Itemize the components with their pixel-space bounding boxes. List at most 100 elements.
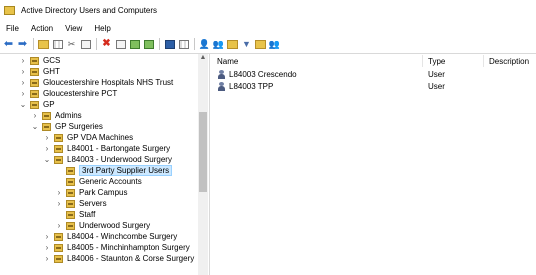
expand-chevron-icon[interactable]: › (55, 199, 63, 208)
menu-file[interactable]: File (6, 24, 19, 33)
collapse-chevron-icon[interactable]: ⌄ (19, 100, 27, 109)
tree-item-label: Servers (79, 199, 107, 208)
tree-item-label: L84001 - Bartongate Surgery (67, 144, 171, 153)
list-cell-name: L84003 Crescendo (217, 70, 297, 79)
new-user-icon[interactable]: 👤 (199, 39, 210, 49)
console-tree-icon[interactable] (52, 39, 63, 49)
ou-folder-icon (54, 133, 63, 142)
user-icon (217, 82, 226, 91)
folder-up-icon[interactable] (38, 39, 49, 49)
column-divider[interactable] (483, 55, 484, 67)
expand-chevron-icon[interactable]: › (43, 243, 51, 252)
tree-item-label: L84003 - Underwood Surgery (67, 155, 172, 164)
details-list[interactable]: Name Type Description L84003 Crescendo U… (210, 54, 536, 275)
scrollbar-thumb[interactable] (199, 112, 207, 192)
tree-item-l84003[interactable]: ⌄ L84003 - Underwood Surgery (43, 154, 172, 165)
tree-item-3rd-party-supplier-users[interactable]: 3rd Party Supplier Users (55, 165, 173, 176)
collapse-chevron-icon[interactable]: ⌄ (31, 122, 39, 131)
expand-chevron-icon[interactable]: › (43, 254, 51, 263)
back-arrow-icon[interactable]: ⬅ (3, 39, 14, 50)
tree-item-gp-surgeries[interactable]: ⌄ GP Surgeries (31, 121, 103, 132)
tree-item-l84004[interactable]: › L84004 - Winchcombe Surgery (43, 231, 178, 242)
list-cell-type: User (428, 70, 445, 79)
expand-chevron-icon[interactable]: › (43, 144, 51, 153)
expand-chevron-icon[interactable]: › (55, 188, 63, 197)
tree-item-underwood-surgery[interactable]: › Underwood Surgery (55, 220, 151, 231)
ou-folder-icon (54, 232, 63, 241)
delete-icon[interactable]: ✖ (101, 39, 112, 49)
expand-chevron-icon[interactable]: › (19, 56, 27, 65)
scroll-up-arrow-icon[interactable]: ▲ (198, 54, 208, 64)
expand-chevron-icon[interactable]: › (55, 221, 63, 230)
tree-item-label: 3rd Party Supplier Users (79, 165, 173, 176)
tree-item-label: Staff (79, 210, 96, 219)
tree-item-label: Admins (55, 111, 82, 120)
tree-item-label: GP VDA Machines (67, 133, 134, 142)
expand-chevron-icon[interactable]: › (43, 133, 51, 142)
expand-chevron-icon[interactable]: › (43, 232, 51, 241)
tree-item-gloucestershire-pct[interactable]: › Gloucestershire PCT (19, 88, 118, 99)
tree-item-servers[interactable]: › Servers (55, 198, 107, 209)
menu-action[interactable]: Action (31, 24, 53, 33)
ou-folder-icon (30, 78, 39, 87)
ou-folder-icon (66, 166, 75, 175)
ou-folder-icon (54, 144, 63, 153)
tree-item-l84001[interactable]: › L84001 - Bartongate Surgery (43, 143, 171, 154)
cut-icon[interactable]: ✂ (66, 39, 77, 49)
snapin-icon[interactable] (178, 39, 189, 49)
ou-folder-icon (54, 243, 63, 252)
tree-item-label: Underwood Surgery (79, 221, 151, 230)
ou-folder-icon (66, 221, 75, 230)
ou-folder-icon (42, 111, 51, 120)
new-ou-icon[interactable] (227, 39, 238, 49)
title-bar: Active Directory Users and Computers (0, 0, 536, 21)
column-header-type[interactable]: Type (428, 57, 445, 66)
tree-item-ght[interactable]: › GHT (19, 66, 60, 77)
tree-item-staff[interactable]: Staff (55, 209, 95, 220)
tree-item-gp[interactable]: ⌄ GP (19, 99, 55, 110)
ou-folder-icon (54, 254, 63, 263)
tree-item-l84006[interactable]: › L84006 - Staunton & Corse Surgery (43, 253, 195, 264)
tree-item-l84005[interactable]: › L84005 - Minchinhampton Surgery (43, 242, 190, 253)
column-divider[interactable] (422, 55, 423, 67)
menu-help[interactable]: Help (94, 24, 110, 33)
collapse-chevron-icon[interactable]: ⌄ (43, 155, 51, 164)
expand-chevron-icon[interactable]: › (31, 111, 39, 120)
add-to-group-icon[interactable] (255, 39, 266, 49)
console-tree[interactable]: › GCS › GHT › Gloucestershire Hospitals … (0, 54, 198, 275)
tree-item-park-campus[interactable]: › Park Campus (55, 187, 128, 198)
expand-chevron-icon[interactable]: › (19, 89, 27, 98)
tree-item-gcs[interactable]: › GCS (19, 55, 61, 66)
toolbar-separator (96, 38, 97, 50)
tree-item-label: Generic Accounts (79, 177, 142, 186)
delegate-icon[interactable]: 👥 (269, 39, 280, 49)
refresh-icon[interactable] (129, 39, 140, 49)
forward-arrow-icon[interactable]: ➡ (17, 39, 28, 50)
filter-icon[interactable]: ▼ (241, 39, 252, 49)
list-row[interactable]: L84003 TPP User (210, 81, 536, 92)
ou-folder-icon (30, 89, 39, 98)
tree-item-label: Gloucestershire Hospitals NHS Trust (43, 78, 174, 87)
ou-folder-icon (66, 177, 75, 186)
copy-icon[interactable] (80, 39, 91, 49)
new-group-icon[interactable]: 👥 (213, 39, 224, 49)
column-header-description[interactable]: Description (489, 57, 529, 66)
column-header-name[interactable]: Name (217, 57, 238, 66)
menu-view[interactable]: View (65, 24, 82, 33)
tree-item-label: GP (43, 100, 55, 109)
tree-item-admins[interactable]: › Admins (31, 110, 82, 121)
window-title: Active Directory Users and Computers (21, 6, 158, 15)
toolbar-separator (194, 38, 195, 50)
export-list-icon[interactable] (143, 39, 154, 49)
tree-item-gloucestershire-hospitals[interactable]: › Gloucestershire Hospitals NHS Trust (19, 77, 174, 88)
tree-scrollbar[interactable]: ▲ (198, 54, 208, 275)
expand-chevron-icon[interactable]: › (19, 78, 27, 87)
ou-folder-icon (66, 210, 75, 219)
help-icon[interactable] (164, 39, 175, 49)
tree-item-generic-accounts[interactable]: Generic Accounts (55, 176, 142, 187)
properties-icon[interactable] (115, 39, 126, 49)
tree-item-gp-vda-machines[interactable]: › GP VDA Machines (43, 132, 133, 143)
toolbar-separator (33, 38, 34, 50)
list-row[interactable]: L84003 Crescendo User (210, 69, 536, 80)
expand-chevron-icon[interactable]: › (19, 67, 27, 76)
